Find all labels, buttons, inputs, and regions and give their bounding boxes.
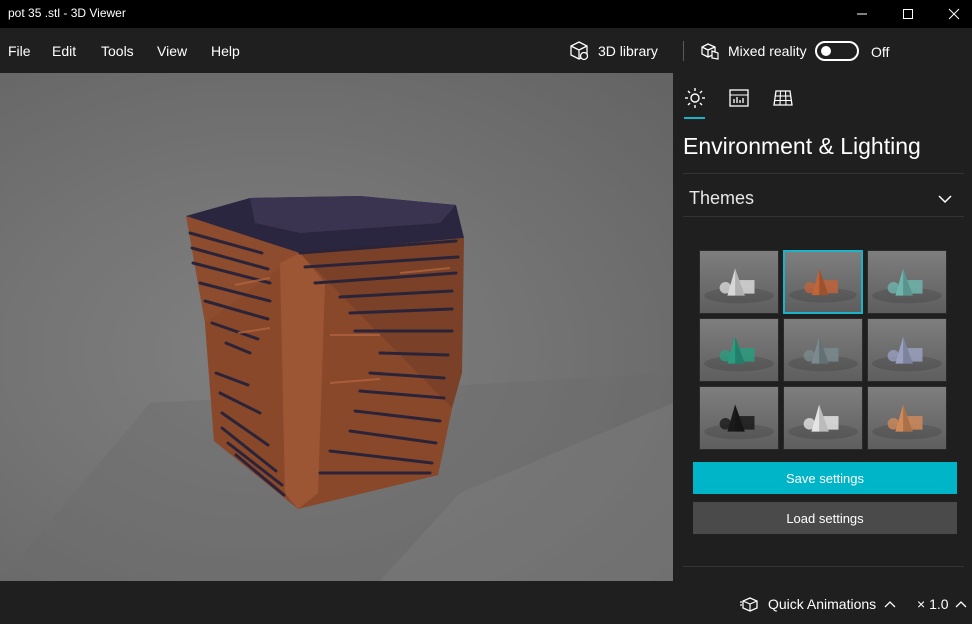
title-bar: pot 35 .stl - 3D Viewer	[0, 0, 972, 28]
menu-view[interactable]: View	[157, 43, 187, 59]
cube-icon	[570, 41, 589, 61]
maximize-icon	[903, 9, 913, 19]
sun-icon	[685, 88, 705, 108]
mixed-reality-button[interactable]: Mixed reality	[700, 39, 807, 63]
close-button[interactable]	[931, 0, 972, 28]
chevron-up-icon	[955, 601, 966, 608]
load-settings-button[interactable]: Load settings	[693, 502, 957, 534]
theme-thumbnail-9[interactable]	[867, 386, 947, 450]
chevron-up-icon	[884, 601, 896, 608]
minimize-icon	[857, 13, 867, 15]
quick-animations-label: Quick Animations	[768, 596, 877, 612]
environment-panel: Environment & Lighting Themes Save setti…	[673, 73, 972, 581]
grid-icon	[773, 90, 793, 106]
menu-separator	[683, 41, 684, 61]
menu-bar: File Edit Tools View Help 3D library Mix…	[0, 28, 972, 73]
theme-thumbnail-1[interactable]	[699, 250, 779, 314]
theme-preview-icon	[788, 336, 858, 372]
themes-header[interactable]: Themes	[689, 188, 754, 209]
theme-thumbnail-4[interactable]	[699, 318, 779, 382]
speed-label: × 1.0	[917, 596, 949, 612]
active-tab-indicator	[684, 117, 705, 119]
mixed-reality-label: Mixed reality	[728, 43, 807, 59]
chevron-down-icon[interactable]	[937, 193, 953, 205]
minimize-button[interactable]	[839, 0, 885, 28]
window-title: pot 35 .stl - 3D Viewer	[8, 6, 126, 20]
menu-file[interactable]: File	[8, 43, 31, 59]
theme-preview-icon	[872, 404, 942, 440]
maximize-button[interactable]	[885, 0, 931, 28]
panel-title: Environment & Lighting	[683, 133, 921, 159]
theme-preview-icon	[704, 404, 774, 440]
theme-preview-icon	[872, 336, 942, 372]
theme-thumbnail-3[interactable]	[867, 250, 947, 314]
save-settings-button[interactable]: Save settings	[693, 462, 957, 494]
quick-animations-button[interactable]: Quick Animations	[740, 596, 896, 612]
tab-stats[interactable]	[726, 85, 752, 111]
mixed-reality-toggle[interactable]	[815, 41, 859, 61]
menu-edit[interactable]: Edit	[52, 43, 76, 59]
themes-divider	[683, 216, 964, 217]
panel-divider	[683, 173, 964, 174]
theme-thumbnail-5[interactable]	[783, 318, 863, 382]
menu-tools[interactable]: Tools	[101, 43, 134, 59]
theme-preview-icon	[872, 268, 942, 304]
mixed-reality-state: Off	[871, 44, 890, 60]
pot-model	[0, 196, 673, 581]
panel-bottom-divider	[683, 566, 964, 567]
3d-library-label: 3D library	[598, 43, 658, 59]
theme-thumbnail-7[interactable]	[699, 386, 779, 450]
animation-icon	[740, 597, 758, 612]
status-bar: Quick Animations × 1.0	[0, 581, 972, 624]
stats-icon	[729, 89, 749, 107]
theme-preview-icon	[789, 268, 857, 303]
mixed-reality-icon	[701, 43, 719, 60]
3d-viewport[interactable]	[0, 73, 673, 581]
toggle-knob	[821, 46, 831, 56]
theme-preview-icon	[704, 268, 774, 304]
theme-preview-icon	[704, 336, 774, 372]
speed-button[interactable]: × 1.0	[917, 596, 967, 612]
menu-help[interactable]: Help	[211, 43, 240, 59]
theme-thumbnail-2[interactable]	[783, 250, 863, 314]
theme-thumbnail-8[interactable]	[783, 386, 863, 450]
theme-preview-icon	[788, 404, 858, 440]
close-icon	[948, 8, 960, 20]
theme-thumbnail-6[interactable]	[867, 318, 947, 382]
tab-environment[interactable]	[682, 85, 708, 111]
3d-library-button[interactable]: 3D library	[568, 39, 658, 63]
tab-grid[interactable]	[770, 85, 796, 111]
